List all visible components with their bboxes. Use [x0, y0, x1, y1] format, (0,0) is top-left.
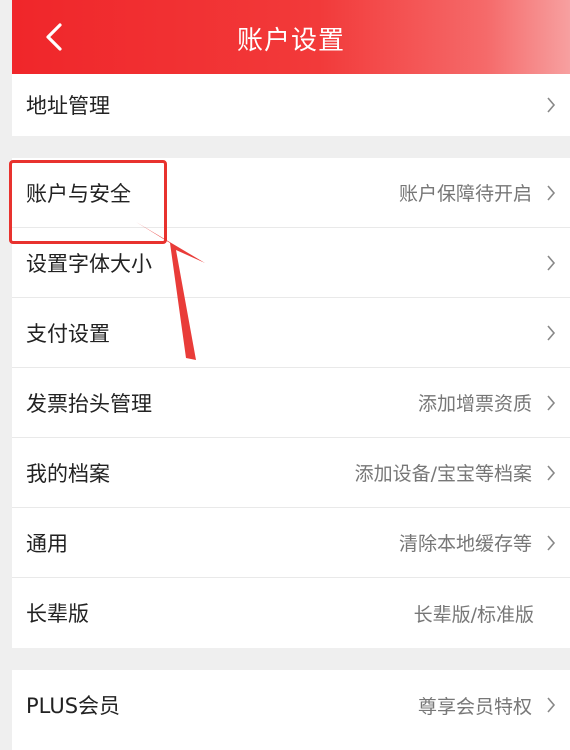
annotation-arrow-icon: [136, 222, 205, 360]
